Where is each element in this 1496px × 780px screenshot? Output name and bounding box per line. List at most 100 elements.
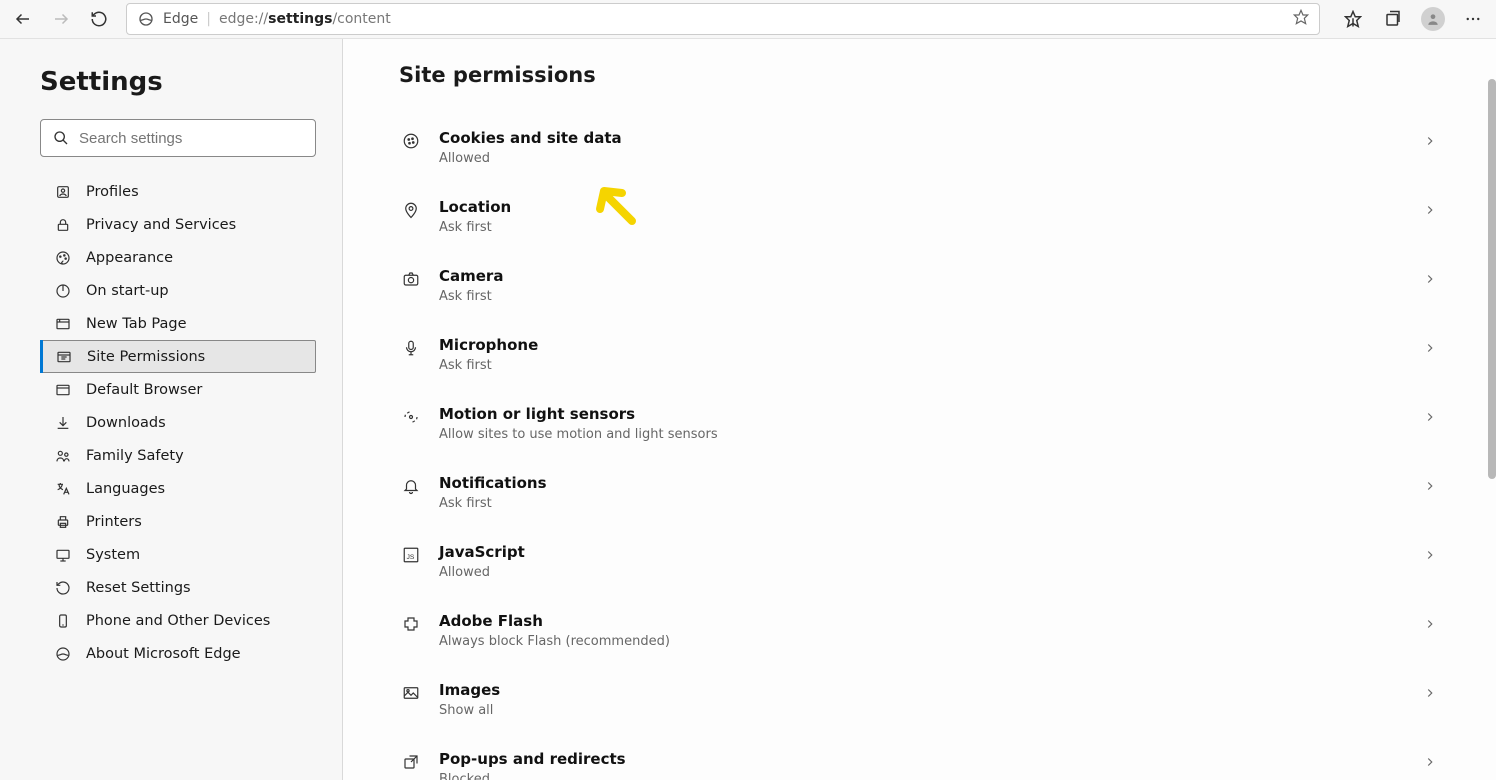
family-icon <box>54 447 72 465</box>
perm-row-images[interactable]: Images Show all <box>399 667 1440 736</box>
perm-title: Images <box>439 681 1408 699</box>
arrow-left-icon <box>14 10 32 28</box>
perm-sub: Blocked <box>439 772 1408 780</box>
content-area: Site permissions Cookies and site dataAl… <box>343 39 1496 780</box>
sidebar-item-default-browser[interactable]: Default Browser <box>40 373 316 406</box>
profile-icon <box>54 183 72 201</box>
perm-row-cookies-and-site-data[interactable]: Cookies and site dataAllowed <box>399 115 1440 184</box>
sidebar-item-label: System <box>86 547 140 563</box>
perm-body: NotificationsAsk first <box>439 474 1408 511</box>
main-area: Settings ProfilesPrivacy and ServicesApp… <box>0 38 1496 780</box>
sensor-icon <box>399 405 423 429</box>
perm-row-location[interactable]: Location Ask first <box>399 184 1440 253</box>
collections-icon <box>1384 10 1402 28</box>
perm-title: Location <box>439 198 1408 216</box>
sidebar-item-label: Reset Settings <box>86 580 191 596</box>
sidebar-item-printers[interactable]: Printers <box>40 505 316 538</box>
arrow-right-icon <box>52 10 70 28</box>
profile-button[interactable] <box>1416 2 1450 36</box>
svg-text:JS: JS <box>407 554 415 561</box>
cookie-icon <box>399 129 423 153</box>
addr-edge-label: Edge <box>163 11 198 27</box>
sidebar-item-privacy-and-services[interactable]: Privacy and Services <box>40 208 316 241</box>
chevron-right-icon <box>1420 476 1440 496</box>
perm-title: Adobe Flash <box>439 612 1408 630</box>
browser-chrome: Edge | edge://settings/content <box>0 0 1496 38</box>
power-icon <box>54 282 72 300</box>
collections-button[interactable] <box>1376 2 1410 36</box>
printer-icon <box>54 513 72 531</box>
site-icon <box>55 348 73 366</box>
perm-sub: Show all <box>439 703 1408 718</box>
perm-title: Camera <box>439 267 1408 285</box>
sidebar-item-label: On start-up <box>86 283 169 299</box>
perm-sub: Allowed <box>439 151 1408 166</box>
menu-button[interactable] <box>1456 2 1490 36</box>
appearance-icon <box>54 249 72 267</box>
chevron-right-icon <box>1420 131 1440 151</box>
settings-nav-list: ProfilesPrivacy and ServicesAppearance On… <box>40 175 316 670</box>
sidebar-item-downloads[interactable]: Downloads <box>40 406 316 439</box>
addr-separator: | <box>206 11 211 27</box>
download-icon <box>54 414 72 432</box>
right-tools <box>1336 2 1490 36</box>
scrollbar[interactable] <box>1488 79 1496 479</box>
perm-row-notifications[interactable]: NotificationsAsk first <box>399 460 1440 529</box>
sidebar-item-appearance[interactable]: Appearance <box>40 241 316 274</box>
favorite-star-icon[interactable] <box>1293 9 1309 29</box>
address-bar[interactable]: Edge | edge://settings/content <box>126 3 1320 35</box>
sidebar-item-phone-and-other-devices[interactable]: Phone and Other Devices <box>40 604 316 637</box>
refresh-button[interactable] <box>82 2 116 36</box>
location-icon <box>399 198 423 222</box>
search-input[interactable] <box>79 130 303 147</box>
chevron-right-icon <box>1420 614 1440 634</box>
sidebar-item-about-microsoft-edge[interactable]: About Microsoft Edge <box>40 637 316 670</box>
mic-icon <box>399 336 423 360</box>
back-button[interactable] <box>6 2 40 36</box>
lock-icon <box>54 216 72 234</box>
perm-row-adobe-flash[interactable]: Adobe FlashAlways block Flash (recommend… <box>399 598 1440 667</box>
perm-sub: Ask first <box>439 289 1408 304</box>
perm-row-microphone[interactable]: MicrophoneAsk first <box>399 322 1440 391</box>
perm-body: Cookies and site dataAllowed <box>439 129 1408 166</box>
sidebar-item-new-tab-page[interactable]: New Tab Page <box>40 307 316 340</box>
perm-row-javascript[interactable]: JS JavaScriptAllowed <box>399 529 1440 598</box>
popup-icon <box>399 750 423 774</box>
image-icon <box>399 681 423 705</box>
forward-button[interactable] <box>44 2 78 36</box>
sidebar-item-reset-settings[interactable]: Reset Settings <box>40 571 316 604</box>
more-icon <box>1464 10 1482 28</box>
perm-body: Location Ask first <box>439 198 1408 235</box>
bell-icon <box>399 474 423 498</box>
perm-body: Images Show all <box>439 681 1408 718</box>
perm-sub: Allow sites to use motion and light sens… <box>439 427 1408 442</box>
settings-search[interactable] <box>40 119 316 157</box>
perm-body: JavaScriptAllowed <box>439 543 1408 580</box>
perm-row-pop-ups-and-redirects[interactable]: Pop-ups and redirects Blocked <box>399 736 1440 780</box>
sidebar-item-label: New Tab Page <box>86 316 187 332</box>
perm-sub: Ask first <box>439 220 1408 235</box>
perm-body: Adobe FlashAlways block Flash (recommend… <box>439 612 1408 649</box>
chevron-right-icon <box>1420 683 1440 703</box>
addr-url: edge://settings/content <box>219 11 391 27</box>
perm-row-camera[interactable]: Camera Ask first <box>399 253 1440 322</box>
sidebar-item-languages[interactable]: Languages <box>40 472 316 505</box>
perm-body: MicrophoneAsk first <box>439 336 1408 373</box>
chevron-right-icon <box>1420 200 1440 220</box>
sidebar-item-system[interactable]: System <box>40 538 316 571</box>
star-filled-icon <box>1344 10 1362 28</box>
favorites-button[interactable] <box>1336 2 1370 36</box>
js-icon: JS <box>399 543 423 567</box>
perm-title: Motion or light sensors <box>439 405 1408 423</box>
sidebar-item-on-start-up[interactable]: On start-up <box>40 274 316 307</box>
sidebar-item-label: Site Permissions <box>87 349 205 365</box>
perm-title: Pop-ups and redirects <box>439 750 1408 768</box>
sidebar-item-family-safety[interactable]: Family Safety <box>40 439 316 472</box>
perm-body: Pop-ups and redirects Blocked <box>439 750 1408 780</box>
chevron-right-icon <box>1420 545 1440 565</box>
edge-icon <box>54 645 72 663</box>
sidebar-item-label: Default Browser <box>86 382 202 398</box>
sidebar-item-profiles[interactable]: Profiles <box>40 175 316 208</box>
sidebar-item-site-permissions[interactable]: Site Permissions <box>40 340 316 373</box>
perm-row-motion-or-light-sensors[interactable]: Motion or light sensors Allow sites to us… <box>399 391 1440 460</box>
